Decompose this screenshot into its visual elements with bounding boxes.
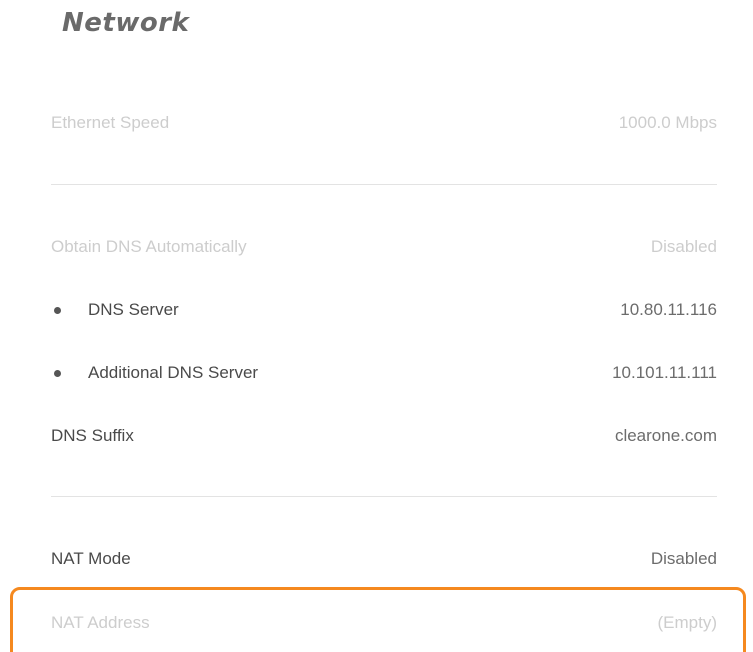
obtain-dns-label: Obtain DNS Automatically bbox=[51, 237, 247, 256]
dns-suffix-value: clearone.com bbox=[614, 426, 717, 445]
network-settings-page: Network Ethernet Speed 1000.0 Mbps Obtai… bbox=[0, 0, 753, 652]
section-divider bbox=[51, 184, 717, 185]
dns-server-value: 10.80.11.116 bbox=[620, 300, 717, 319]
nat-address-value: (Empty) bbox=[657, 613, 718, 632]
obtain-dns-row[interactable]: Obtain DNS Automatically Disabled bbox=[51, 227, 717, 267]
dns-suffix-label: DNS Suffix bbox=[51, 426, 134, 445]
nat-mode-row[interactable]: NAT Mode Disabled bbox=[51, 539, 717, 579]
additional-dns-server-label: Additional DNS Server bbox=[88, 363, 259, 382]
dns-suffix-row[interactable]: DNS Suffix clearone.com bbox=[51, 416, 717, 456]
bullet-icon bbox=[54, 307, 61, 314]
ethernet-speed-value: 1000.0 Mbps bbox=[618, 113, 717, 132]
nat-address-row[interactable]: NAT Address (Empty) bbox=[51, 603, 717, 643]
nat-address-label: NAT Address bbox=[51, 613, 150, 632]
additional-dns-server-row[interactable]: Additional DNS Server 10.101.11.111 bbox=[51, 353, 717, 393]
dns-server-label: DNS Server bbox=[88, 300, 179, 319]
nat-mode-value: Disabled bbox=[650, 549, 717, 568]
ethernet-speed-row: Ethernet Speed 1000.0 Mbps bbox=[51, 103, 717, 143]
nat-mode-label: NAT Mode bbox=[51, 549, 131, 568]
obtain-dns-value: Disabled bbox=[650, 237, 717, 256]
section-divider bbox=[51, 496, 717, 497]
bullet-icon bbox=[54, 370, 61, 377]
ethernet-speed-label: Ethernet Speed bbox=[51, 113, 170, 132]
dns-server-row[interactable]: DNS Server 10.80.11.116 bbox=[51, 290, 717, 330]
additional-dns-server-value: 10.101.11.111 bbox=[612, 363, 717, 382]
page-title: Network bbox=[62, 8, 190, 38]
